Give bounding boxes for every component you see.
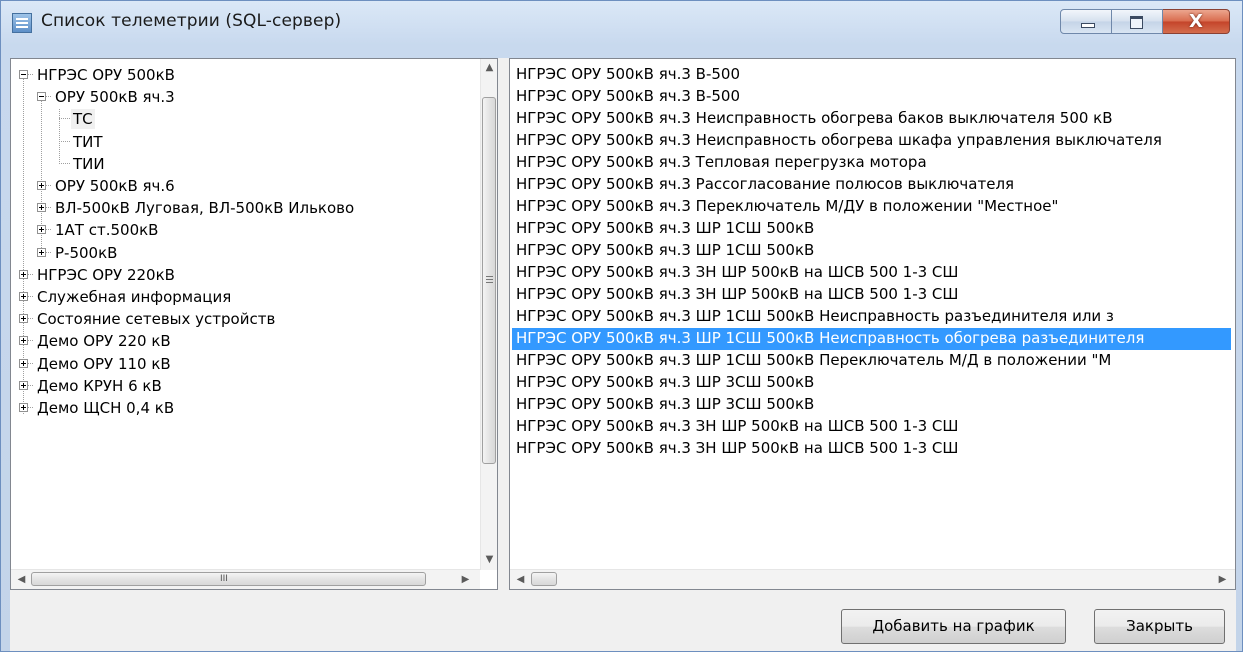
list-item[interactable]: НГРЭС ОРУ 500кВ яч.3 Тепловая перегрузка… xyxy=(512,152,1231,174)
maximize-button[interactable] xyxy=(1112,9,1163,34)
tree-connector xyxy=(28,296,34,297)
expand-plus-icon[interactable] xyxy=(19,403,28,412)
scroll-up-arrow-icon[interactable]: ▲ xyxy=(481,59,497,76)
list-item[interactable]: НГРЭС ОРУ 500кВ яч.3 Рассогласование пол… xyxy=(512,174,1231,196)
expand-plus-icon[interactable] xyxy=(19,270,28,279)
list-horizontal-thumb[interactable] xyxy=(531,572,557,586)
tree-node-label: НГРЭС ОРУ 500кВ xyxy=(37,66,175,84)
tree-node-label: ТИТ xyxy=(73,133,103,151)
telemetry-window: Список телеметрии (SQL-сервер) X НГРЭС О… xyxy=(0,0,1243,652)
list-item[interactable]: НГРЭС ОРУ 500кВ яч.3 ШР 1СШ 500кВ xyxy=(512,240,1231,262)
list-horizontal-scrollbar[interactable]: ◀ ▶ xyxy=(510,569,1235,589)
tree-node-label: ОРУ 500кВ яч.3 xyxy=(55,88,175,106)
tree-connector xyxy=(28,274,34,275)
tree-node-label: Демо КРУН 6 кВ xyxy=(37,377,162,395)
close-icon: X xyxy=(1189,11,1203,32)
app-icon xyxy=(12,13,32,33)
scroll-right-arrow-icon[interactable]: ▶ xyxy=(1214,571,1231,588)
tree-node-label: 1АТ ст.500кВ xyxy=(55,221,159,239)
expand-plus-icon[interactable] xyxy=(37,181,46,190)
tree-node-label: ВЛ-500кВ Луговая, ВЛ-500кВ Ильково xyxy=(55,199,355,217)
tree-node-label: Состояние сетевых устройств xyxy=(37,310,276,328)
window-title: Список телеметрии (SQL-сервер) xyxy=(41,11,342,31)
list-item[interactable]: НГРЭС ОРУ 500кВ яч.3 ЗН ШР 500кВ на ШСВ … xyxy=(512,262,1231,284)
list-item[interactable]: НГРЭС ОРУ 500кВ яч.3 ШР 1СШ 500кВ Перекл… xyxy=(512,350,1231,372)
tree-horizontal-thumb[interactable]: III xyxy=(31,572,426,586)
tree-connector xyxy=(46,229,52,230)
telemetry-tree[interactable]: НГРЭС ОРУ 500кВ ОРУ 500кВ яч.3 ТС ТИТ ТИИ ОРУ… xyxy=(10,58,498,590)
tree-node-label: Р-500кВ xyxy=(55,244,118,262)
collapse-minus-icon[interactable] xyxy=(37,92,46,101)
list-item[interactable]: НГРЭС ОРУ 500кВ яч.3 ШР 3СШ 500кВ xyxy=(512,394,1231,416)
maximize-icon xyxy=(1130,16,1143,29)
list-item[interactable]: НГРЭС ОРУ 500кВ яч.3 ЗН ШР 500кВ на ШСВ … xyxy=(512,416,1231,438)
tree-connector xyxy=(59,118,70,119)
title-bar[interactable]: Список телеметрии (SQL-сервер) X xyxy=(1,1,1242,43)
expand-plus-icon[interactable] xyxy=(19,292,28,301)
tree-node-label: Демо ОРУ 220 кВ xyxy=(37,332,171,350)
list-item[interactable]: НГРЭС ОРУ 500кВ яч.3 ШР 1СШ 500кВ Неиспр… xyxy=(512,306,1231,328)
expand-plus-icon[interactable] xyxy=(19,336,28,345)
tree-connector xyxy=(28,407,34,408)
tree-vertical-thumb[interactable] xyxy=(482,97,496,464)
grip-icon: III xyxy=(220,574,228,584)
tree-node-label: Служебная информация xyxy=(37,288,232,306)
list-item[interactable]: НГРЭС ОРУ 500кВ яч.3 ШР 1СШ 500кВ Неиспр… xyxy=(512,328,1231,350)
tree-connector xyxy=(59,109,60,164)
list-item[interactable]: НГРЭС ОРУ 500кВ яч.3 ШР 1СШ 500кВ xyxy=(512,218,1231,240)
telemetry-list[interactable]: НГРЭС ОРУ 500кВ яч.3 В-500 НГРЭС ОРУ 500к… xyxy=(509,58,1236,590)
close-window-button[interactable]: X xyxy=(1163,9,1230,34)
expand-plus-icon[interactable] xyxy=(37,203,46,212)
list-item[interactable]: НГРЭС ОРУ 500кВ яч.3 В-500 xyxy=(512,86,1231,108)
list-item[interactable]: НГРЭС ОРУ 500кВ яч.3 В-500 xyxy=(512,64,1231,86)
tree-node-label: Демо ЩСН 0,4 кВ xyxy=(37,399,175,417)
expand-plus-icon[interactable] xyxy=(37,248,46,257)
tree-connector xyxy=(28,74,34,75)
tree-node-label: ОРУ 500кВ яч.6 xyxy=(55,177,175,195)
scroll-left-arrow-icon[interactable]: ◀ xyxy=(13,571,30,588)
expand-plus-icon[interactable] xyxy=(19,381,28,390)
tree-connector xyxy=(28,318,34,319)
list-item[interactable]: НГРЭС ОРУ 500кВ яч.3 ЗН ШР 500кВ на ШСВ … xyxy=(512,438,1231,460)
scroll-down-arrow-icon[interactable]: ▼ xyxy=(481,551,497,568)
list-item[interactable]: НГРЭС ОРУ 500кВ яч.3 ШР 3СШ 500кВ xyxy=(512,372,1231,394)
tree-connector xyxy=(28,363,34,364)
tree-connector xyxy=(28,385,34,386)
tree-connector xyxy=(46,207,52,208)
grip-icon xyxy=(486,276,493,285)
minimize-icon xyxy=(1081,23,1095,28)
expand-plus-icon[interactable] xyxy=(19,359,28,368)
scroll-right-arrow-icon[interactable]: ▶ xyxy=(457,571,474,588)
scroll-left-arrow-icon[interactable]: ◀ xyxy=(512,571,529,588)
expand-plus-icon[interactable] xyxy=(37,225,46,234)
tree-node-label: ТС xyxy=(71,109,95,129)
tree-connector xyxy=(59,141,70,142)
close-button[interactable]: Закрыть xyxy=(1094,609,1225,644)
collapse-minus-icon[interactable] xyxy=(19,70,28,79)
list-item[interactable]: НГРЭС ОРУ 500кВ яч.3 Неисправность обогр… xyxy=(512,130,1231,152)
tree-connector xyxy=(59,163,70,164)
tree-horizontal-scrollbar[interactable]: ◀ III ▶ xyxy=(11,569,480,589)
list-item[interactable]: НГРЭС ОРУ 500кВ яч.3 Неисправность обогр… xyxy=(512,108,1231,130)
expand-plus-icon[interactable] xyxy=(19,314,28,323)
add-to-chart-button[interactable]: Добавить на график xyxy=(841,609,1066,644)
tree-connector xyxy=(46,252,52,253)
tree-node-label: ТИИ xyxy=(73,155,105,173)
tree-connector xyxy=(46,96,52,97)
list-item[interactable]: НГРЭС ОРУ 500кВ яч.3 ЗН ШР 500кВ на ШСВ … xyxy=(512,284,1231,306)
dialog-body: НГРЭС ОРУ 500кВ ОРУ 500кВ яч.3 ТС ТИТ ТИИ ОРУ… xyxy=(10,58,1236,651)
tree-node-label: Демо ОРУ 110 кВ xyxy=(37,355,171,373)
tree-connector xyxy=(46,185,52,186)
tree-node-label: НГРЭС ОРУ 220кВ xyxy=(37,266,175,284)
tree-connector xyxy=(28,340,34,341)
tree-vertical-scrollbar[interactable]: ▲ ▼ xyxy=(480,59,497,570)
list-item[interactable]: НГРЭС ОРУ 500кВ яч.3 Переключатель М/ДУ … xyxy=(512,196,1231,218)
minimize-button[interactable] xyxy=(1060,9,1112,34)
